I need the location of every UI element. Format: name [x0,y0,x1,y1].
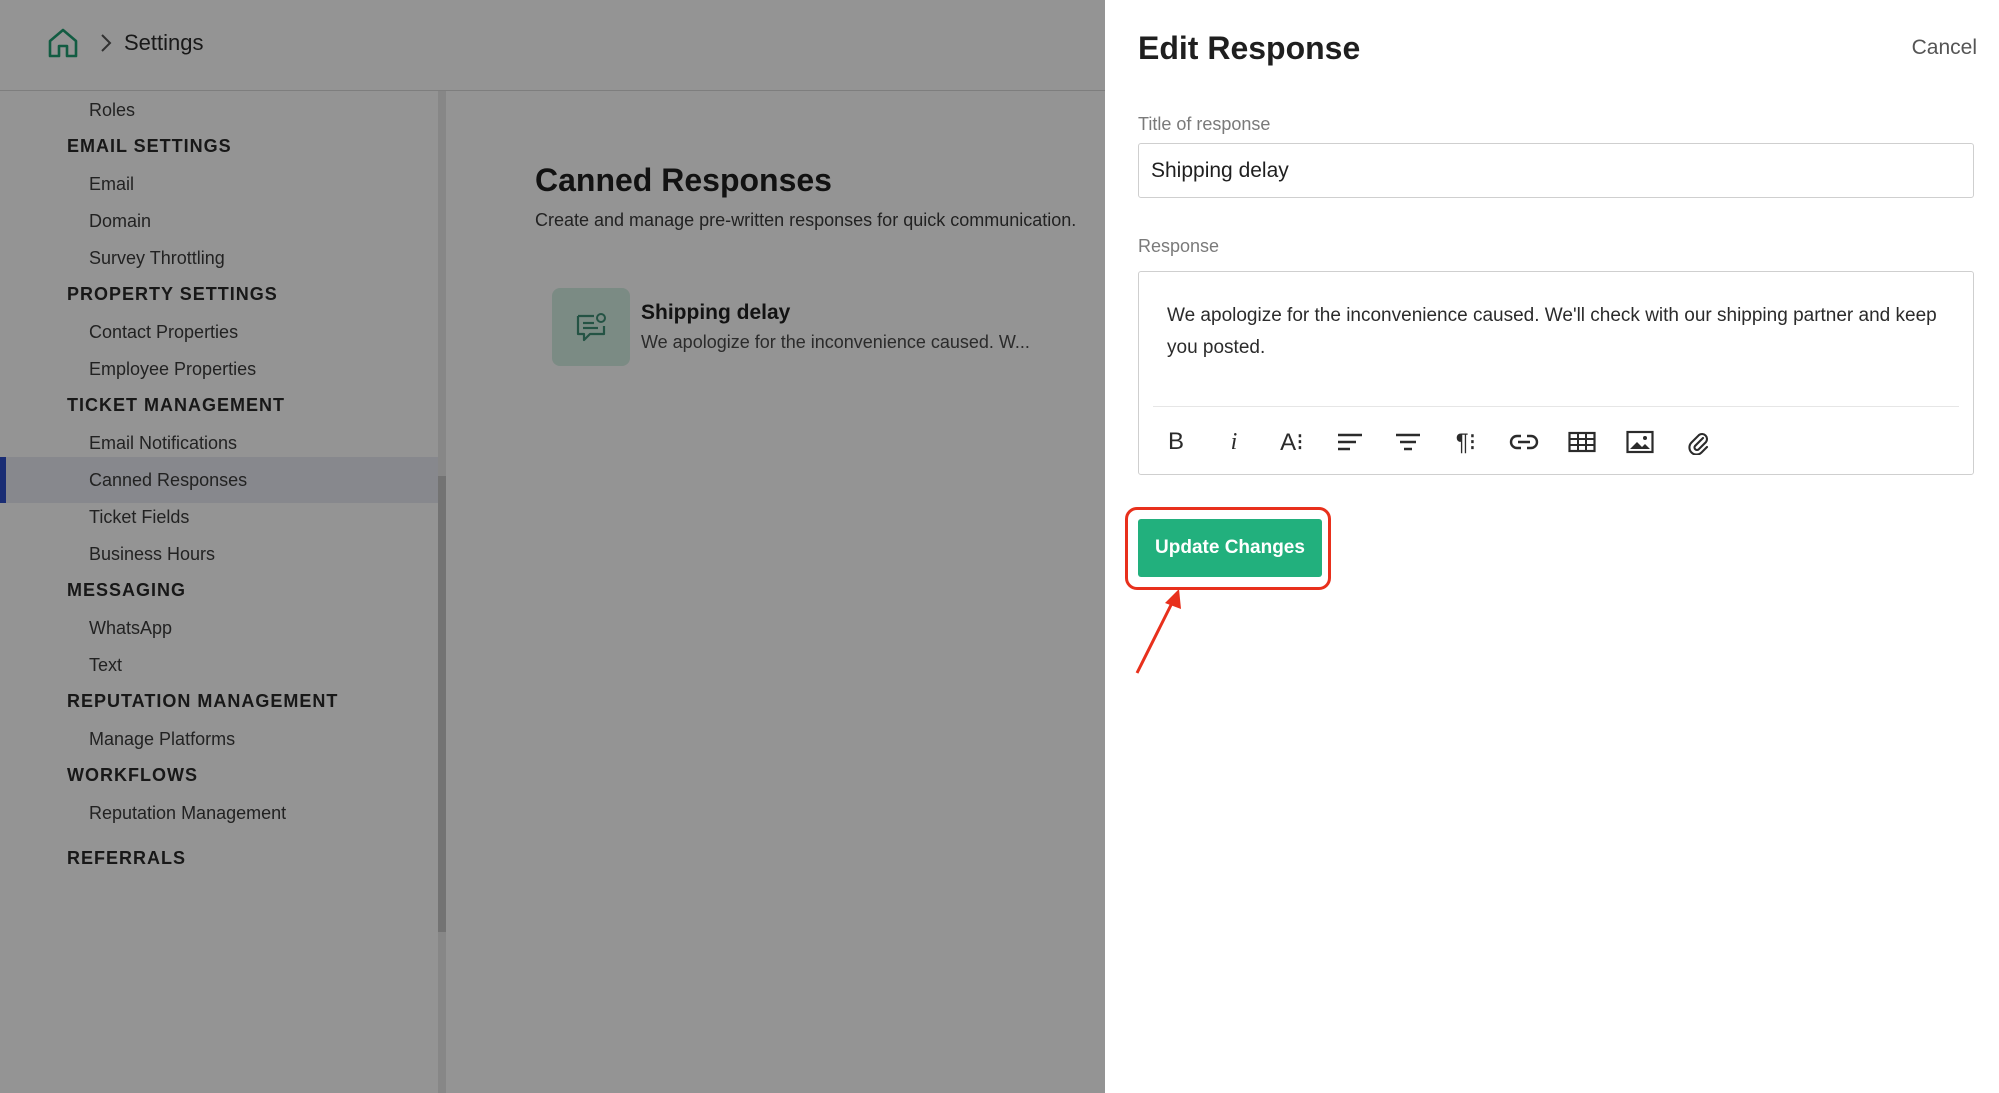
toolbar-divider [1153,406,1959,407]
align-center-icon[interactable] [1379,420,1437,464]
cancel-button[interactable]: Cancel [1912,34,1977,62]
paragraph-icon[interactable]: ¶⁝ [1437,420,1495,464]
title-field-label: Title of response [1138,114,1271,134]
table-icon[interactable] [1553,420,1611,464]
bold-icon[interactable]: B [1147,420,1205,464]
link-icon[interactable] [1495,420,1553,464]
response-editor[interactable]: We apologize for the inconvenience cause… [1138,271,1974,475]
image-icon[interactable] [1611,420,1669,464]
modal-backdrop[interactable] [0,0,1105,1093]
response-text[interactable]: We apologize for the inconvenience cause… [1167,300,1957,364]
align-left-icon[interactable] [1321,420,1379,464]
highlight-annotation [1125,507,1331,590]
italic-icon[interactable]: i [1205,420,1263,464]
response-title-input[interactable] [1138,143,1974,198]
drawer-title: Edit Response [1138,30,1361,66]
attachment-icon[interactable] [1669,420,1727,464]
response-field-label: Response [1138,236,1220,256]
editor-toolbar: B i A⁝ ¶⁝ [1147,420,1727,464]
font-size-icon[interactable]: A⁝ [1263,420,1321,464]
settings-page: Settings Roles EMAIL SETTINGS Email Domain S… [0,0,1105,1093]
arrow-annotation-icon [1135,589,1181,674]
